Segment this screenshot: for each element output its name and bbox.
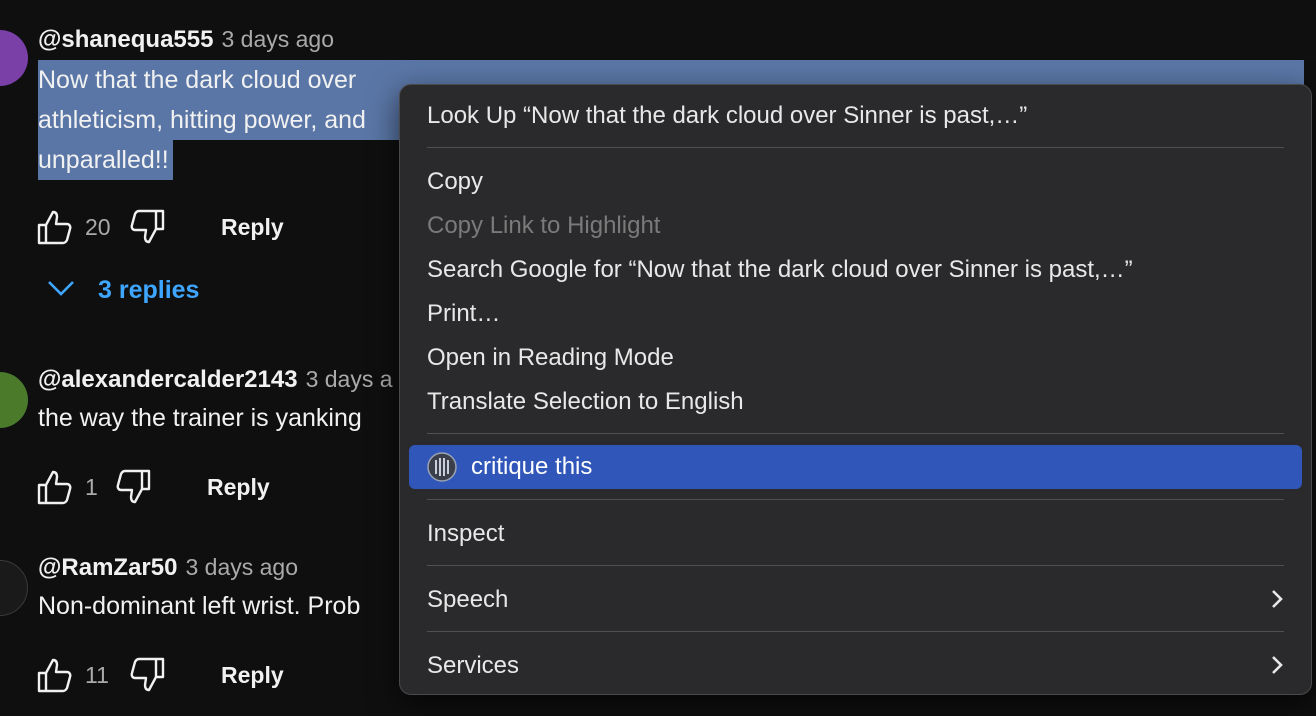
menu-item-label: Print… xyxy=(427,300,501,327)
dislike-icon[interactable] xyxy=(127,655,167,695)
menu-separator xyxy=(427,147,1284,148)
menu-item-reading-mode[interactable]: Open in Reading Mode xyxy=(409,336,1302,380)
menu-item-label: Search Google for “Now that the dark clo… xyxy=(427,256,1133,283)
reply-button[interactable]: Reply xyxy=(221,662,284,689)
menu-item-label: Translate Selection to English xyxy=(427,388,744,415)
comment-actions: 20 Reply xyxy=(35,207,284,247)
like-count: 1 xyxy=(85,473,98,500)
comment-actions: 11 Reply xyxy=(35,655,284,695)
comment-time[interactable]: 3 days ago xyxy=(185,554,298,581)
menu-item-label: Look Up “Now that the dark cloud over Si… xyxy=(427,102,1028,129)
menu-item-services[interactable]: Services xyxy=(409,644,1302,688)
like-count: 20 xyxy=(85,213,111,240)
menu-item-speech[interactable]: Speech xyxy=(409,578,1302,622)
menu-item-label: Inspect xyxy=(427,520,505,547)
chevron-down-icon xyxy=(46,279,76,302)
comment-author[interactable]: @shanequa555 xyxy=(38,26,213,54)
menu-item-look-up[interactable]: Look Up “Now that the dark cloud over Si… xyxy=(409,94,1302,138)
menu-separator xyxy=(427,565,1284,566)
dislike-icon[interactable] xyxy=(113,467,153,507)
reply-button[interactable]: Reply xyxy=(221,214,284,241)
reply-button[interactable]: Reply xyxy=(207,474,270,501)
comment-time[interactable]: 3 days ago xyxy=(221,26,334,53)
like-icon[interactable] xyxy=(35,467,75,507)
menu-item-label: Speech xyxy=(427,586,509,613)
replies-label: 3 replies xyxy=(98,276,200,304)
menu-separator xyxy=(427,631,1284,632)
menu-item-critique-this[interactable]: critique this xyxy=(409,445,1302,489)
like-icon[interactable] xyxy=(35,207,75,247)
menu-item-label: Copy Link to Highlight xyxy=(427,212,661,239)
like-count: 11 xyxy=(85,661,109,688)
extension-icon xyxy=(425,450,459,484)
menu-item-copy-link-to-highlight: Copy Link to Highlight xyxy=(409,204,1302,248)
comment-author[interactable]: @RamZar50 xyxy=(38,554,177,582)
menu-item-label: critique this xyxy=(471,453,593,480)
selected-text-line: unparalled!! xyxy=(38,140,173,180)
menu-item-translate[interactable]: Translate Selection to English xyxy=(409,380,1302,424)
menu-item-search-google[interactable]: Search Google for “Now that the dark clo… xyxy=(409,248,1302,292)
avatar[interactable] xyxy=(0,372,28,428)
menu-item-print[interactable]: Print… xyxy=(409,292,1302,336)
comment-actions: 1 Reply xyxy=(35,467,270,507)
comment-time[interactable]: 3 days a xyxy=(306,366,393,393)
menu-item-copy[interactable]: Copy xyxy=(409,160,1302,204)
selected-text-line: athleticism, hitting power, and xyxy=(38,100,400,140)
context-menu: Look Up “Now that the dark cloud over Si… xyxy=(399,84,1312,695)
menu-separator xyxy=(427,433,1284,434)
chevron-right-icon xyxy=(1270,654,1284,683)
chevron-right-icon xyxy=(1270,588,1284,617)
menu-item-label: Copy xyxy=(427,168,484,195)
avatar[interactable] xyxy=(0,30,28,86)
menu-item-label: Open in Reading Mode xyxy=(427,344,674,371)
like-icon[interactable] xyxy=(35,655,75,695)
comment-header: @shanequa555 3 days ago xyxy=(38,26,1316,54)
comment-author[interactable]: @alexandercalder2143 xyxy=(38,366,298,394)
menu-item-inspect[interactable]: Inspect xyxy=(409,512,1302,556)
avatar[interactable] xyxy=(0,560,28,616)
dislike-icon[interactable] xyxy=(127,207,167,247)
menu-item-label: Services xyxy=(427,652,520,679)
menu-separator xyxy=(427,499,1284,500)
replies-toggle[interactable]: 3 replies xyxy=(46,276,199,305)
